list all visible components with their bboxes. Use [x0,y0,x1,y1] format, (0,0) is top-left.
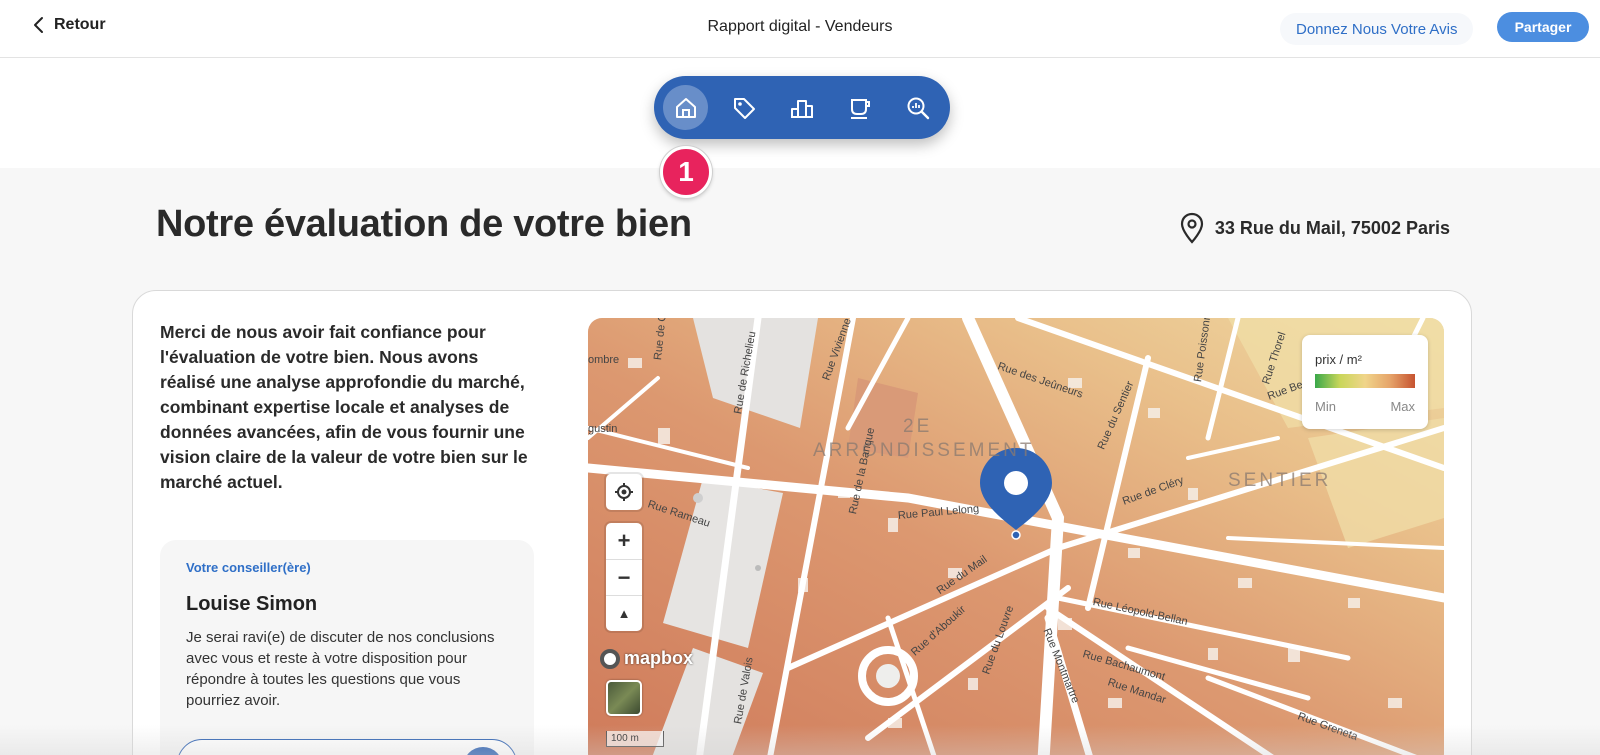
back-button[interactable]: Retour [32,16,106,34]
compass-icon: ▲ [617,606,631,621]
price-map[interactable]: 2E ARRONDISSEMENT SENTIER Rue des Jeûneu… [588,318,1444,755]
legend-title: prix / m² [1315,352,1362,367]
nav-ranking-button[interactable] [779,85,824,130]
contact-advisor-field[interactable] [177,739,517,755]
chevron-left-icon [34,17,43,33]
home-icon [675,97,696,118]
legend-gradient [1315,374,1415,388]
legend-min: Min [1315,399,1336,414]
crosshair-icon [615,483,633,501]
advisor-message: Je serai ravi(e) de discuter de nos conc… [186,629,495,709]
chart-search-icon [907,97,929,119]
property-address: 33 Rue du Mail, 75002 Paris [1179,212,1450,244]
advisor-card: Votre conseiller(ère) Louise Simon Je se… [160,540,534,755]
nav-analysis-button[interactable] [895,85,940,130]
tag-icon [733,97,755,119]
zoom-in-button[interactable]: + [606,523,642,559]
advisor-role: Votre conseiller(ère) [186,560,311,575]
mapbox-logo: mapbox [600,648,693,669]
location-pin-icon [1180,212,1203,244]
advisor-name: Louise Simon [186,593,318,615]
legend-max: Max [1390,399,1415,414]
street-label: gustin [588,423,618,435]
compass-button[interactable]: ▲ [606,595,642,631]
mapbox-logo-icon [600,648,620,669]
step-badge: 1 [660,146,712,198]
nav-neighborhood-button[interactable] [837,85,882,130]
nav-price-button[interactable] [721,85,766,130]
intro-text: Merci de nous avoir fait confiance pour … [160,322,528,492]
feedback-button[interactable]: Donnez Nous Votre Avis [1280,13,1474,45]
map-scale: 100 m [606,731,664,747]
district-label-arrondissement: ARRONDISSEMENT [813,440,1035,461]
share-button[interactable]: Partager [1497,12,1589,42]
podium-icon [790,99,813,118]
district-label-2e: 2E [903,416,933,437]
address-text: 33 Rue du Mail, 75002 Paris [1214,217,1450,238]
zoom-controls: + − ▲ [606,523,642,631]
zoom-out-button[interactable]: − [606,559,642,595]
geolocate-button[interactable] [606,474,642,510]
section-nav [654,76,950,139]
price-legend: prix / m² Min Max [1302,335,1428,429]
coffee-cup-icon [850,98,870,119]
geolocate-control [606,474,642,510]
top-bar: Retour Rapport digital - Vendeurs Donnez… [0,0,1600,58]
mapbox-attribution: mapbox [624,648,694,668]
nav-home-button[interactable] [663,85,708,130]
street-label: ombre [588,354,620,366]
page-title: Notre évaluation de votre bien [156,203,692,245]
satellite-toggle-button[interactable] [606,680,642,716]
back-label: Retour [54,16,106,33]
district-label-sentier: SENTIER [1228,470,1332,491]
